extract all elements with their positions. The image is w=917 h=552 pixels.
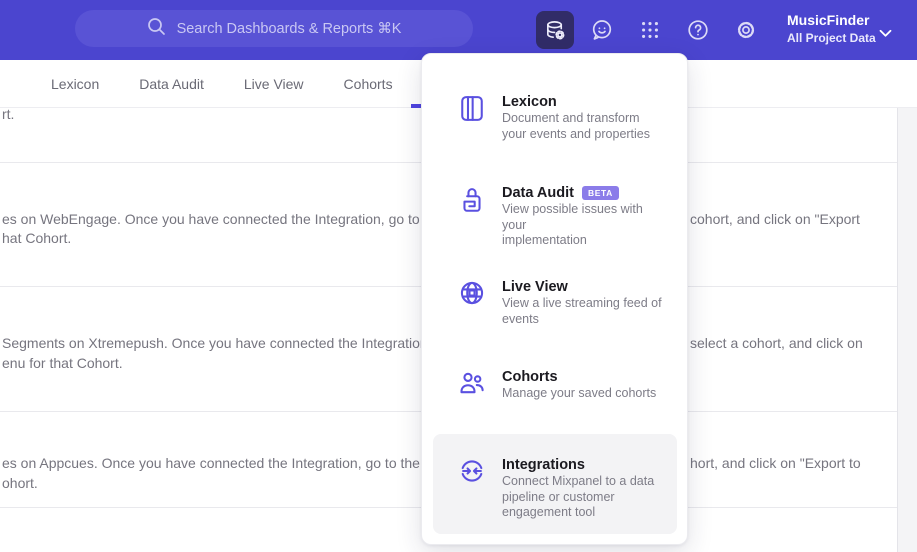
menu-title: Cohorts [502, 369, 558, 385]
menu-description: Document and transform your events and pr… [502, 111, 651, 141]
lexicon-icon [459, 95, 485, 122]
menu-item-integrations[interactable]: Integrations Connect Mixpanel to a data p… [433, 434, 677, 534]
menu-item-live-view[interactable]: Live View View a live streaming feed of e… [433, 268, 677, 337]
bg-row2-text-left: es on WebEngage. Once you have connected… [2, 211, 444, 227]
data-audit-icon [459, 186, 485, 214]
bg-row4-text-line2: ohort. [2, 475, 38, 491]
menu-description: View possible issues with your implementa… [502, 202, 643, 247]
bg-row3-text-line2: enu for that Cohort. [2, 355, 123, 371]
tab-lexicon[interactable]: Lexicon [51, 76, 99, 92]
tab-cohorts[interactable]: Cohorts [344, 76, 393, 92]
database-gear-icon [544, 19, 567, 42]
menu-item-lexicon[interactable]: Lexicon Document and transform your event… [433, 83, 677, 152]
menu-title: Live View [502, 279, 568, 295]
data-management-dropdown: Lexicon Document and transform your event… [421, 53, 688, 545]
search-icon [147, 17, 166, 41]
gear-icon [734, 18, 758, 42]
bg-row2-text-right: cohort, and click on "Export [690, 211, 860, 227]
bg-row3-text-left: Segments on Xtremepush. Once you have co… [2, 335, 432, 351]
menu-description: Manage your saved cohorts [502, 386, 657, 400]
bg-row3-text-right: select a cohort, and click on [690, 335, 863, 351]
bg-row1-text: rt. [2, 106, 15, 122]
chevron-down-icon[interactable] [879, 25, 892, 43]
help-button[interactable] [686, 18, 710, 42]
bg-row2-text-line2: hat Cohort. [2, 230, 72, 246]
bg-row4-text-right: hort, and click on "Export to [690, 455, 861, 471]
app-window: rt. es on WebEngage. Once you have conne… [0, 0, 917, 552]
beta-badge: BETA [581, 186, 619, 200]
chat-smiley-icon [590, 18, 614, 42]
menu-item-cohorts[interactable]: Cohorts Manage your saved cohorts [433, 358, 677, 412]
menu-title: Data Audit [502, 185, 574, 201]
tab-data-audit[interactable]: Data Audit [139, 76, 204, 92]
menu-title: Lexicon [502, 94, 557, 110]
search-placeholder: Search Dashboards & Reports ⌘K [176, 20, 402, 37]
question-mark-icon [686, 18, 710, 42]
tab-live-view[interactable]: Live View [244, 76, 304, 92]
grid-dots-icon [639, 19, 661, 41]
feedback-button[interactable] [590, 18, 614, 42]
menu-description: Connect Mixpanel to a data pipeline or cu… [502, 474, 655, 519]
menu-title: Integrations [502, 457, 585, 473]
apps-grid-button[interactable] [638, 18, 662, 42]
cohorts-icon [459, 370, 485, 396]
menu-description: View a live streaming feed of events [502, 296, 662, 326]
project-name: MusicFinder [787, 12, 870, 28]
bg-row4-text-left: es on Appcues. Once you have connected t… [2, 455, 436, 471]
project-scope: All Project Data [787, 31, 876, 45]
settings-button[interactable] [734, 18, 758, 42]
project-switcher[interactable]: MusicFinder All Project Data [787, 11, 876, 46]
integrations-icon [459, 458, 485, 484]
search-input[interactable]: Search Dashboards & Reports ⌘K [75, 10, 473, 47]
top-header-bar: Search Dashboards & Reports ⌘K MusicFind… [0, 0, 917, 60]
data-management-button[interactable] [536, 11, 574, 49]
live-view-icon [459, 280, 485, 306]
menu-item-data-audit[interactable]: Data Audit BETA View possible issues wit… [433, 174, 677, 259]
content-right-gutter [897, 108, 917, 552]
